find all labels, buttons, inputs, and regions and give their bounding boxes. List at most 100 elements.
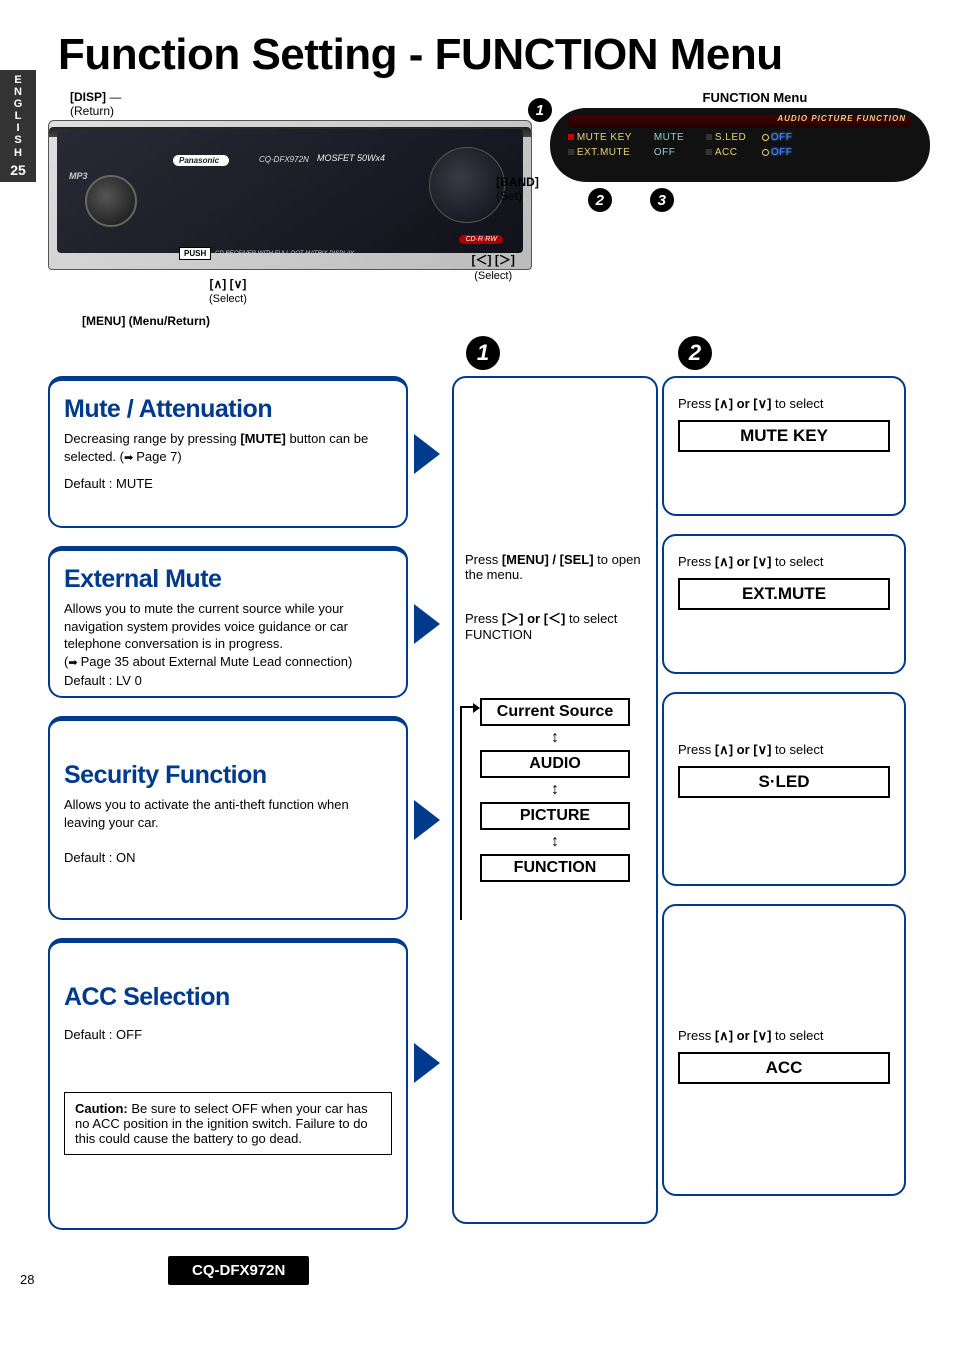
push-label: PUSH bbox=[179, 247, 211, 260]
arrow-right-icon bbox=[414, 1043, 440, 1083]
screen-callout-3: 3 bbox=[650, 188, 674, 212]
right-column: Press [∧] or [∨] to select MUTE KEY Pres… bbox=[662, 376, 906, 1214]
function-menu-topbar: AUDIO PICTURE FUNCTION bbox=[568, 116, 912, 128]
leftright-sub: (Select) bbox=[474, 270, 512, 282]
function-menu-row-1: MUTE KEY MUTE S.LED OFF bbox=[568, 132, 912, 143]
right-box-acc: Press [∧] or [∨] to select ACC bbox=[662, 904, 906, 1196]
box-acc-default: Default : OFF bbox=[64, 1026, 392, 1044]
left-column: Mute / Attenuation Decreasing range by p… bbox=[48, 376, 408, 1248]
updown-sub: (Select) bbox=[209, 293, 247, 305]
band-sub: (Set) bbox=[496, 189, 522, 203]
mid-step1: Press [MENU] / [SEL] to open the menu. bbox=[465, 552, 645, 582]
box-acc: ACC Selection Default : OFF Caution: Be … bbox=[48, 938, 408, 1230]
screen-callout-2: 2 bbox=[588, 188, 612, 212]
target-acc: ACC bbox=[678, 1052, 890, 1084]
leftright-callout: [＜] [＞] (Select) bbox=[472, 251, 515, 282]
right-box-mutekey: Press [∧] or [∨] to select MUTE KEY bbox=[662, 376, 906, 516]
box-mute: Mute / Attenuation Decreasing range by p… bbox=[48, 376, 408, 528]
menu-item-picture: PICTURE bbox=[480, 802, 630, 830]
fm-r2-r1: ACC bbox=[715, 147, 738, 158]
step-header-1: 1 bbox=[466, 336, 500, 370]
select-instruction: Press [∧] or [∨] to select bbox=[678, 1028, 890, 1044]
updown-label: [∧] [∨] bbox=[210, 277, 247, 291]
box-external-mute: External Mute Allows you to mute the cur… bbox=[48, 546, 408, 698]
select-instruction: Press [∧] or [∨] to select bbox=[678, 742, 890, 758]
arrow-right-icon bbox=[414, 604, 440, 644]
select-instruction: Press [∧] or [∨] to select bbox=[678, 554, 890, 570]
menu-item-function: FUNCTION bbox=[480, 854, 630, 882]
menu-label: [MENU] (Menu/Return) bbox=[82, 314, 210, 328]
box-extmute-desc: Allows you to mute the current source wh… bbox=[64, 600, 392, 670]
band-label: [BAND] bbox=[496, 175, 539, 189]
function-menu-title: FUNCTION Menu bbox=[550, 90, 930, 105]
language-tab: ENGLISH 25 bbox=[0, 70, 36, 182]
top-diagram: [DISP] — (Return) Panasonic CQ-DFX972N M… bbox=[48, 90, 930, 328]
middle-box: Press [MENU] / [SEL] to open the menu. P… bbox=[452, 376, 658, 1224]
fm-r2-left: EXT.MUTE bbox=[577, 147, 630, 158]
updown-arrow-icon bbox=[465, 730, 645, 746]
radio-cdrrw: CD·R·RW bbox=[459, 235, 502, 244]
radio-brand: Panasonic bbox=[173, 155, 229, 166]
page-number: 28 bbox=[20, 1272, 34, 1287]
language-number: 25 bbox=[0, 163, 36, 178]
box-mute-default: Default : MUTE bbox=[64, 475, 392, 493]
menu-item-current-source: Current Source bbox=[480, 698, 630, 726]
radio-subtext: CD RECEIVER WITH FULL DOT MATRIX DISPLAY bbox=[215, 251, 354, 257]
step-headers: 1 2 bbox=[48, 336, 930, 376]
radio-panel: Panasonic CQ-DFX972N MOSFET 50Wx4 MP3 PU… bbox=[48, 120, 532, 270]
right-box-extmute: Press [∧] or [∨] to select EXT.MUTE bbox=[662, 534, 906, 674]
radio-model-small: CQ-DFX972N bbox=[259, 155, 309, 164]
middle-column: Press [MENU] / [SEL] to open the menu. P… bbox=[452, 376, 658, 1224]
caution-label: Caution: bbox=[75, 1101, 128, 1116]
fm-r1-r1: S.LED bbox=[715, 132, 746, 143]
disp-button-sub: — bbox=[109, 90, 121, 104]
disp-button-return: (Return) bbox=[70, 104, 114, 118]
box-acc-caution: Caution: Be sure to select OFF when your… bbox=[64, 1092, 392, 1155]
updown-arrow-icon bbox=[465, 834, 645, 850]
radio-mosfet: MOSFET 50Wx4 bbox=[317, 153, 385, 163]
menu-callout: [MENU] (Menu/Return) bbox=[48, 314, 532, 328]
arrow-right-icon bbox=[414, 800, 440, 840]
menu-item-audio: AUDIO bbox=[480, 750, 630, 778]
box-mute-desc: Decreasing range by pressing [MUTE] butt… bbox=[64, 430, 392, 465]
updown-callout: [∧] [∨] (Select) bbox=[209, 277, 247, 305]
box-security: Security Function Allows you to activate… bbox=[48, 716, 408, 920]
mid-step2: Press [＞] or [＜] to select FUNCTION bbox=[465, 608, 645, 642]
function-menu-illustration: FUNCTION Menu AUDIO PICTURE FUNCTION MUT… bbox=[550, 90, 930, 328]
updown-arrow-icon bbox=[465, 782, 645, 798]
radio-mp3: MP3 bbox=[69, 171, 88, 181]
fm-r2-r2: OFF bbox=[771, 147, 793, 158]
function-menu-topbar-labels: AUDIO PICTURE FUNCTION bbox=[777, 114, 906, 123]
leftright-label: [＜] [＞] bbox=[472, 253, 515, 267]
box-extmute-default: Default : LV 0 bbox=[64, 672, 392, 690]
step-header-2: 2 bbox=[678, 336, 712, 370]
fm-r1-left: MUTE KEY bbox=[577, 132, 632, 143]
target-sled: S·LED bbox=[678, 766, 890, 798]
box-security-heading: Security Function bbox=[64, 761, 392, 790]
fm-r2-mid: OFF bbox=[654, 147, 692, 158]
right-box-sled: Press [∧] or [∨] to select S·LED bbox=[662, 692, 906, 886]
disp-button-label: [DISP] bbox=[70, 90, 106, 104]
arrow-right-icon bbox=[414, 434, 440, 474]
band-callout: [BAND] (Set) bbox=[496, 175, 539, 203]
box-extmute-heading: External Mute bbox=[64, 565, 392, 594]
box-security-desc: Allows you to activate the anti-theft fu… bbox=[64, 796, 392, 831]
model-bar: CQ-DFX972N bbox=[168, 1256, 309, 1285]
target-mutekey: MUTE KEY bbox=[678, 420, 890, 452]
radio-jog bbox=[429, 147, 505, 223]
box-mute-heading: Mute / Attenuation bbox=[64, 395, 392, 424]
select-instruction: Press [∧] or [∨] to select bbox=[678, 396, 890, 412]
page-footer: 28 CQ-DFX972N bbox=[48, 1256, 930, 1305]
box-security-default: Default : ON bbox=[64, 849, 392, 867]
page-title: Function Setting - FUNCTION Menu bbox=[58, 30, 954, 80]
fm-r1-mid: MUTE bbox=[654, 132, 692, 143]
function-menu-screen: AUDIO PICTURE FUNCTION MUTE KEY MUTE S.L… bbox=[550, 108, 930, 182]
language-letters: ENGLISH bbox=[0, 74, 36, 159]
screen-callout-1: 1 bbox=[528, 98, 552, 122]
radio-dial bbox=[85, 175, 137, 227]
target-extmute: EXT.MUTE bbox=[678, 578, 890, 610]
box-acc-heading: ACC Selection bbox=[64, 983, 392, 1012]
fm-r1-r2: OFF bbox=[771, 132, 793, 143]
function-menu-row-2: EXT.MUTE OFF ACC OFF bbox=[568, 147, 912, 158]
loop-arrow-icon bbox=[460, 706, 474, 920]
